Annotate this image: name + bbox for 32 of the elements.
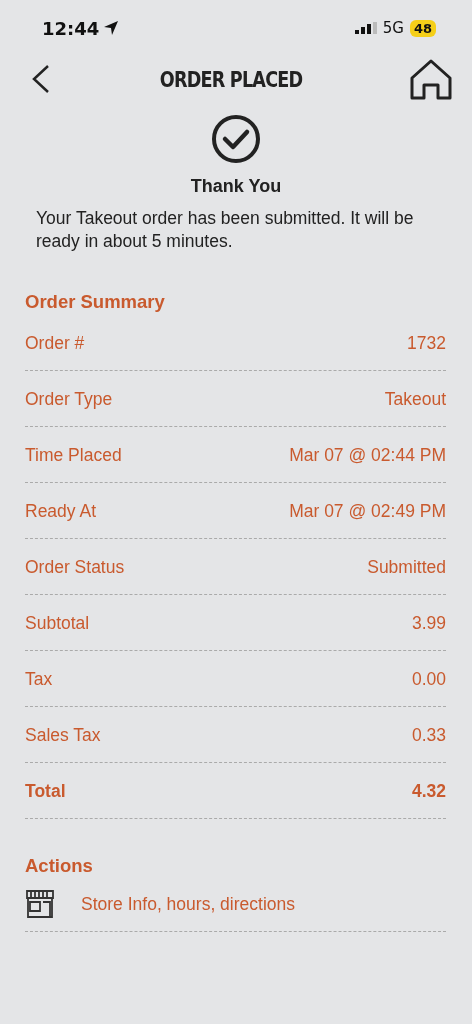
storefront-icon [25,889,55,919]
summary-label: Order Type [25,388,113,410]
summary-label: Order # [25,332,85,354]
summary-value: 0.33 [411,724,446,746]
summary-value: Mar 07 @ 02:49 PM [289,500,446,522]
confirmation-message: Your Takeout order has been submitted. It will be ready in about 5 minutes. [36,207,415,253]
summary-label: Time Placed [25,444,122,466]
location-arrow-icon [103,20,120,36]
summary-value: Mar 07 @ 02:44 PM [289,444,446,466]
clock-time: 12:44 [42,17,100,39]
summary-label: Sales Tax [25,724,101,746]
summary-label: Ready At [25,500,97,522]
summary-label: Subtotal [25,612,90,634]
page-title: ORDER PLACED [159,66,303,92]
summary-label: Tax [25,668,53,690]
summary-value: 3.99 [411,612,446,634]
section-heading: Order Summary [25,291,166,313]
section-heading: Actions [25,855,94,877]
thank-you-title: Thank You [190,176,282,197]
total-label: Total [25,780,66,802]
summary-value: 0.00 [411,668,446,690]
home-button[interactable] [410,58,452,100]
total-value: 4.32 [411,780,446,802]
summary-value: Takeout [384,388,446,410]
summary-value: 1732 [407,332,446,354]
summary-label: Order Status [25,556,125,578]
summary-value: Submitted [367,556,446,578]
battery-level: 48 [409,19,436,37]
action-item[interactable]: Store Info, hours, directions [25,877,446,932]
network-label: 5G [382,19,404,37]
checkmark-circle-icon [211,114,261,164]
signal-icon [354,22,377,34]
